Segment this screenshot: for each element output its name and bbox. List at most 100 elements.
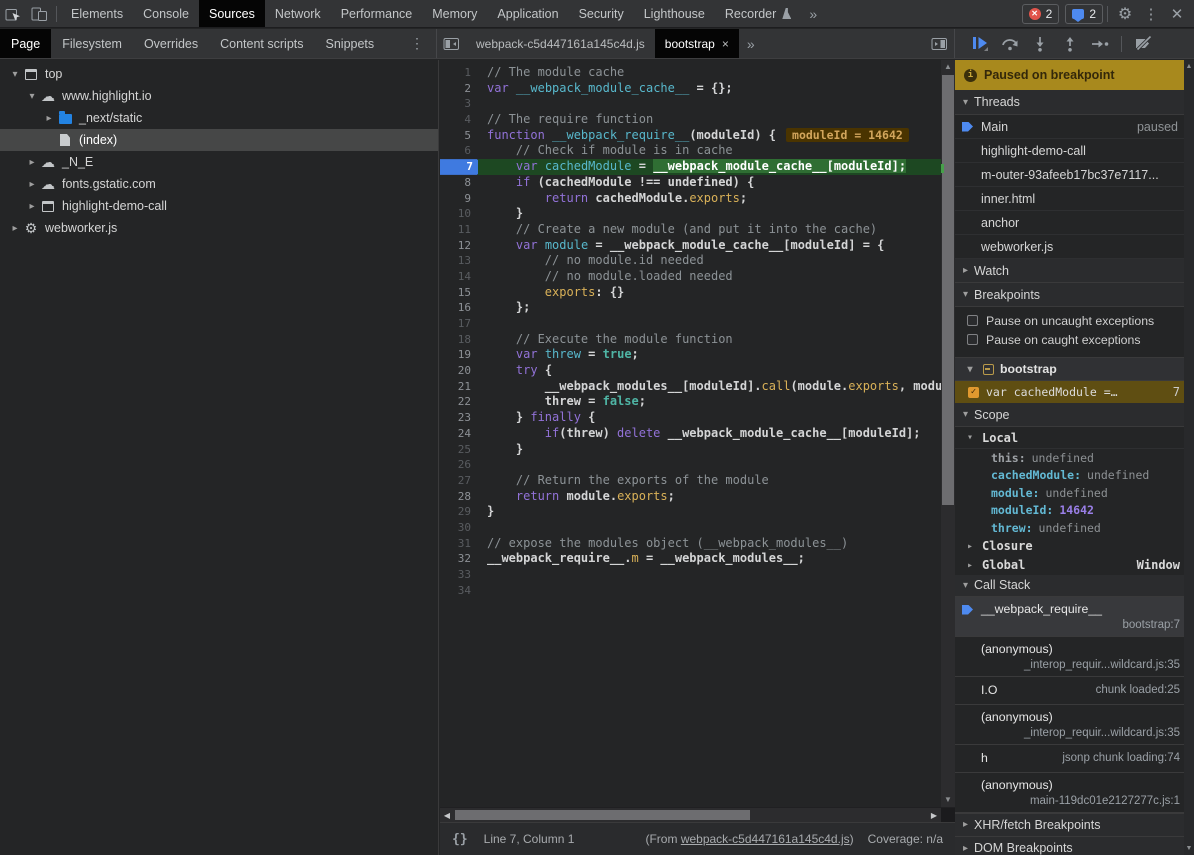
tree-item-n-e[interactable]: ▸☁_N_E: [0, 151, 438, 173]
nav-tab-content-scripts[interactable]: Content scripts: [209, 29, 314, 58]
settings-gear-icon[interactable]: ⚙: [1112, 1, 1138, 27]
gutter-line-6[interactable]: 6: [440, 143, 478, 159]
gutter-line-26[interactable]: 26: [440, 457, 478, 473]
gutter-line-8[interactable]: 8: [440, 175, 478, 191]
inspect-element-icon[interactable]: [0, 1, 26, 27]
scope-closure-group[interactable]: ▸ Closure: [955, 537, 1194, 556]
gutter-line-10[interactable]: 10: [440, 206, 478, 222]
navigator-kebab-icon[interactable]: ⋮: [404, 35, 430, 52]
gutter-line-1[interactable]: 1: [440, 65, 478, 81]
gutter-line-5[interactable]: 5: [440, 128, 478, 144]
gutter-line-31[interactable]: 31: [440, 536, 478, 552]
nav-tab-filesystem[interactable]: Filesystem: [51, 29, 133, 58]
gutter-line-28[interactable]: 28: [440, 489, 478, 505]
checkbox-icon[interactable]: [967, 334, 978, 345]
twisty-down-icon[interactable]: ▾: [8, 69, 22, 80]
watch-section-header[interactable]: ▸ Watch: [955, 259, 1194, 283]
horizontal-scroll-thumb[interactable]: [455, 810, 750, 820]
scroll-up-icon[interactable]: ▲: [941, 60, 955, 74]
tree-item-webworker-js[interactable]: ▸⚙webworker.js: [0, 217, 438, 239]
resume-script-button[interactable]: [967, 32, 993, 56]
scope-global-group[interactable]: ▸ Global Window: [955, 556, 1194, 575]
device-toolbar-icon[interactable]: [26, 1, 52, 27]
call-stack-section-header[interactable]: ▾ Call Stack: [955, 575, 1194, 597]
gutter-line-17[interactable]: 17: [440, 316, 478, 332]
thread-anchor[interactable]: anchor: [955, 211, 1194, 235]
nav-tab-page[interactable]: Page: [0, 29, 51, 58]
tree-item-top[interactable]: ▾top: [0, 63, 438, 85]
toolbar-tab-performance[interactable]: Performance: [331, 0, 423, 27]
gutter-line-25[interactable]: 25: [440, 442, 478, 458]
kebab-menu-icon[interactable]: ⋮: [1138, 1, 1164, 27]
tree-item-highlight-demo-call[interactable]: ▸highlight-demo-call: [0, 195, 438, 217]
thread-main[interactable]: Mainpaused: [955, 115, 1194, 139]
gutter-line-29[interactable]: 29: [440, 504, 478, 520]
deactivate-breakpoints-button[interactable]: [1130, 32, 1156, 56]
step-button[interactable]: [1087, 32, 1113, 56]
tree-item-fonts-gstatic-com[interactable]: ▸☁fonts.gstatic.com: [0, 173, 438, 195]
breakpoint-file-group[interactable]: ▾ bootstrap: [955, 357, 1194, 381]
scroll-right-icon[interactable]: ▶: [927, 808, 941, 822]
stack-frame-anonymous-main-119dc01e2127277c-js-1[interactable]: (anonymous)main-119dc01e2127277c.js:1: [955, 773, 1194, 813]
issues-badge[interactable]: 2: [1065, 4, 1103, 24]
gutter-line-13[interactable]: 13: [440, 253, 478, 269]
twisty-right-icon[interactable]: ▸: [42, 113, 56, 124]
gutter-line-20[interactable]: 20: [440, 363, 478, 379]
toggle-pause-on-caught-exceptions[interactable]: Pause on caught exceptions: [955, 330, 1194, 349]
toggle-pause-on-uncaught-exceptions[interactable]: Pause on uncaught exceptions: [955, 311, 1194, 330]
gutter-line-27[interactable]: 27: [440, 473, 478, 489]
gutter-line-15[interactable]: 15: [440, 285, 478, 301]
vertical-scroll-thumb[interactable]: [942, 75, 954, 505]
twisty-right-icon[interactable]: ▸: [25, 201, 39, 212]
pretty-print-icon[interactable]: {}: [452, 832, 468, 847]
gutter-line-23[interactable]: 23: [440, 410, 478, 426]
gutter-line-11[interactable]: 11: [440, 222, 478, 238]
twisty-down-icon[interactable]: ▾: [25, 91, 39, 102]
scope-section-header[interactable]: ▾ Scope: [955, 403, 1194, 427]
gutter-line-12[interactable]: 12: [440, 238, 478, 254]
scroll-up-icon[interactable]: ▲: [1184, 63, 1194, 70]
toolbar-tab-application[interactable]: Application: [487, 0, 568, 27]
toolbar-tab-memory[interactable]: Memory: [422, 0, 487, 27]
toolbar-tab-elements[interactable]: Elements: [61, 0, 133, 27]
breakpoint-checkbox-icon[interactable]: ✓: [968, 387, 979, 398]
toolbar-tab-sources[interactable]: Sources: [199, 0, 265, 27]
stack-frame-h-jsonp-chunk-loading-74[interactable]: hjsonp chunk loading:74: [955, 745, 1194, 773]
scroll-left-icon[interactable]: ◀: [440, 808, 454, 822]
twisty-right-icon[interactable]: ▸: [25, 179, 39, 190]
breakpoints-section-header[interactable]: ▾ Breakpoints: [955, 283, 1194, 307]
stack-frame-i-o-chunk-loaded-25[interactable]: I.Ochunk loaded:25: [955, 677, 1194, 705]
dom-breakpoints-header[interactable]: ▸ DOM Breakpoints: [955, 837, 1194, 855]
twisty-right-icon[interactable]: ▸: [8, 223, 22, 234]
editor-tab-webpack-c5d447161a145c4d-js[interactable]: webpack-c5d447161a145c4d.js: [466, 29, 655, 58]
xhr-breakpoints-header[interactable]: ▸ XHR/fetch Breakpoints: [955, 813, 1194, 837]
scroll-down-icon[interactable]: ▼: [941, 793, 955, 807]
breakpoint-item[interactable]: ✓var cachedModule =…7: [955, 381, 1194, 403]
tree-item-next-static[interactable]: ▸_next/static: [0, 107, 438, 129]
stack-frame-webpack-require-bootstrap-7[interactable]: __webpack_require__bootstrap:7: [955, 597, 1194, 637]
twisty-right-icon[interactable]: ▸: [25, 157, 39, 168]
gutter-line-22[interactable]: 22: [440, 394, 478, 410]
nav-tab-overrides[interactable]: Overrides: [133, 29, 209, 58]
checkbox-icon[interactable]: [967, 315, 978, 326]
gutter-line-19[interactable]: 19: [440, 347, 478, 363]
gutter-line-21[interactable]: 21: [440, 379, 478, 395]
gutter-line-32[interactable]: 32: [440, 551, 478, 567]
more-editor-tabs-icon[interactable]: »: [739, 36, 763, 52]
gutter-line-30[interactable]: 30: [440, 520, 478, 536]
tree-item-index[interactable]: (index): [0, 129, 438, 151]
gutter-line-7[interactable]: 7: [440, 159, 478, 175]
gutter-line-24[interactable]: 24: [440, 426, 478, 442]
thread-webworker-js[interactable]: webworker.js: [955, 235, 1194, 259]
editor-tab-bootstrap[interactable]: bootstrap×: [655, 29, 739, 58]
gutter-line-33[interactable]: 33: [440, 567, 478, 583]
code-area[interactable]: 1234567891011121314151617181920212223242…: [440, 60, 955, 807]
editor-horizontal-scrollbar[interactable]: ◀ ▶: [440, 807, 955, 822]
gutter-line-16[interactable]: 16: [440, 300, 478, 316]
close-tab-icon[interactable]: ×: [722, 37, 729, 51]
editor-vertical-scrollbar[interactable]: ▲ ▼: [941, 60, 955, 807]
gutter-line-14[interactable]: 14: [440, 269, 478, 285]
toolbar-tab-lighthouse[interactable]: Lighthouse: [634, 0, 715, 27]
toolbar-tab-console[interactable]: Console: [133, 0, 199, 27]
thread-m-outer-93afeeb17bc37e7117[interactable]: m-outer-93afeeb17bc37e7117...: [955, 163, 1194, 187]
